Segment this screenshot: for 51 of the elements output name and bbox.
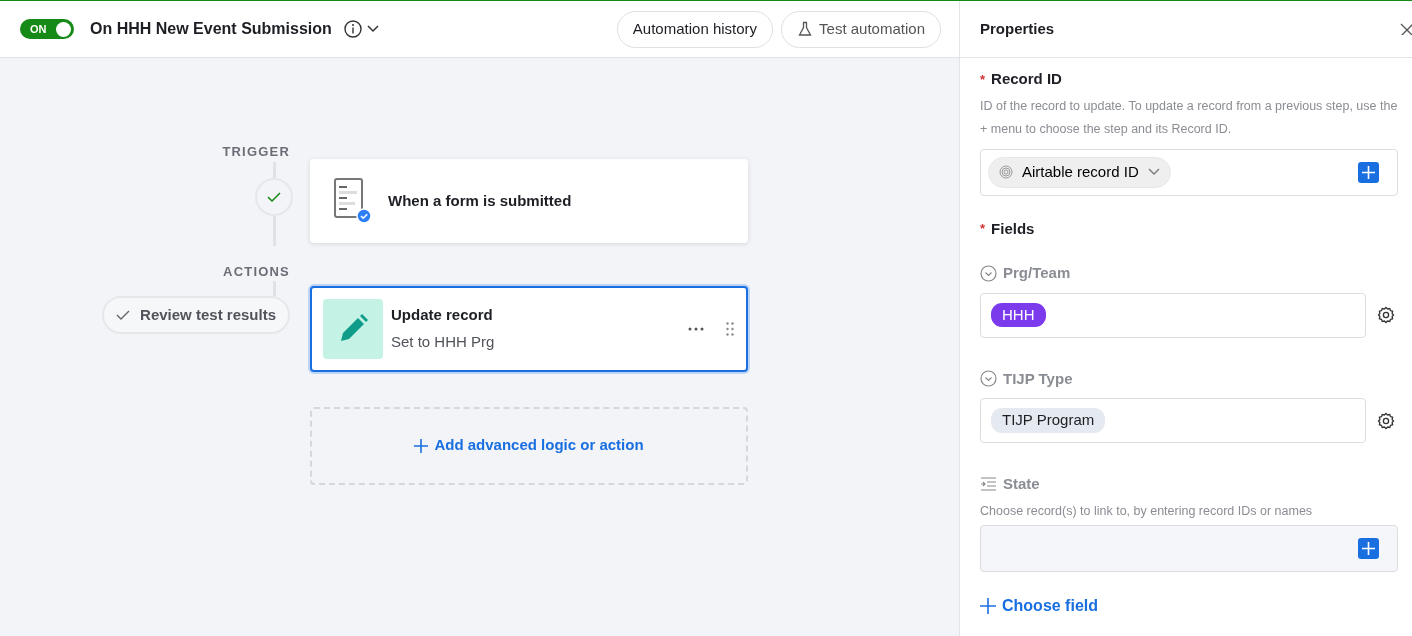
panel-title: Properties	[980, 18, 1055, 39]
action-title: Update record	[391, 305, 494, 325]
more-icon[interactable]	[688, 326, 704, 331]
fingerprint-icon	[999, 165, 1013, 179]
add-button[interactable]	[1358, 537, 1379, 559]
field-label: Fields	[991, 218, 1035, 239]
field-input[interactable]: TIJP Program	[980, 398, 1366, 443]
record-id-field[interactable]: Airtable record ID	[980, 148, 1398, 196]
chevron-circle-icon	[980, 264, 997, 282]
section-label: TRIGGER	[222, 143, 290, 161]
automation-history-button[interactable]: Automation history	[616, 10, 774, 48]
chevron-down-icon	[1147, 168, 1160, 176]
plus-icon	[980, 597, 996, 614]
field-name: Prg/Team	[1003, 263, 1071, 283]
option-chip: TIJP Program	[991, 408, 1106, 433]
check-icon	[116, 310, 131, 320]
pencil-icon	[323, 298, 383, 359]
option-chip: HHH	[991, 302, 1046, 328]
add-logic-or-action-button[interactable]: Add advanced logic or action	[408, 433, 650, 458]
record-id-token[interactable]: Airtable record ID	[988, 156, 1171, 188]
field-label: Record ID	[991, 69, 1062, 89]
toggle-switch[interactable]: ON	[20, 19, 74, 39]
section-label: ACTIONS	[223, 262, 290, 281]
action-subtitle: Set to HHH Prg	[391, 331, 496, 352]
settings-icon[interactable]	[1377, 411, 1395, 430]
form-check-icon	[332, 178, 372, 224]
review-test-results-button[interactable]: Review test results	[102, 296, 290, 334]
drag-handle-icon[interactable]	[726, 321, 734, 336]
trigger-card[interactable]: When a form is submitted	[310, 159, 748, 243]
chevron-down-icon[interactable]	[366, 25, 379, 33]
info-icon[interactable]	[343, 20, 362, 38]
help-text: ID of the record to update. To update a record from a previous step, use the + menu to choose the step and its Record ID.	[980, 97, 1398, 138]
required-marker: *	[980, 220, 986, 238]
link-list-icon	[980, 477, 997, 492]
test-automation-button[interactable]: Test automation	[781, 10, 941, 48]
automation-title: On HHH New Event Submission	[90, 19, 332, 39]
flask-icon	[797, 21, 814, 37]
field-name: TIJP Type	[1003, 368, 1073, 389]
required-marker: *	[980, 70, 986, 89]
trigger-title: When a form is submitted	[388, 190, 572, 211]
add-button[interactable]	[1358, 161, 1379, 183]
settings-icon[interactable]	[1377, 306, 1395, 324]
action-card[interactable]: Update record Set to HHH Prg	[310, 285, 748, 372]
link-record-field[interactable]	[980, 524, 1398, 572]
chevron-circle-icon	[980, 370, 997, 388]
field-name: State	[1003, 474, 1040, 494]
field-input[interactable]: HHH	[980, 292, 1366, 338]
close-icon[interactable]	[1400, 23, 1412, 35]
plus-icon	[414, 438, 429, 453]
choose-field-button[interactable]: Choose field	[980, 593, 1098, 618]
help-text: Choose record(s) to link to, by entering record IDs or names	[980, 502, 1314, 520]
